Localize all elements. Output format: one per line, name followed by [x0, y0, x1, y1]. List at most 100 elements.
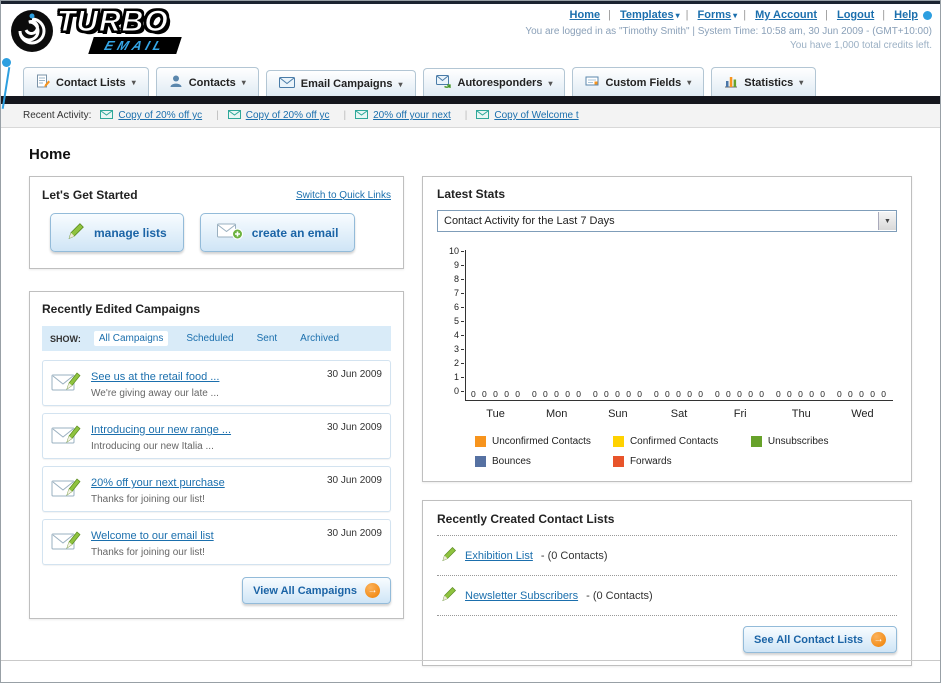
recent-activity-item[interactable]: 20% off your next	[355, 109, 467, 122]
chevron-down-icon: ▾	[398, 79, 403, 89]
main-navigation: Contact Lists ▾ Contacts ▾ Email Campaig…	[1, 66, 940, 96]
chevron-down-icon: ▾	[131, 78, 136, 87]
tab-custom-fields[interactable]: Custom Fields ▾	[572, 67, 705, 96]
recent-activity-item[interactable]: Copy of Welcome t	[476, 109, 579, 122]
header-nav-links: Home Templates▾ Forms▾ My Account Logout…	[525, 9, 932, 21]
filter-archived[interactable]: Archived	[295, 331, 344, 346]
arrow-right-icon: →	[365, 583, 380, 598]
header-link-my-account[interactable]: My Account	[755, 9, 817, 21]
tab-contacts[interactable]: Contacts ▾	[155, 67, 259, 96]
logo-title: TURBO	[57, 5, 170, 39]
recent-contact-lists-panel: Recently Created Contact Lists Exhibitio…	[422, 500, 912, 666]
show-label: SHOW:	[50, 333, 81, 344]
campaign-title-link[interactable]: See us at the retail food ...	[91, 371, 219, 383]
campaign-filter-bar: SHOW: All Campaigns Scheduled Sent Archi…	[42, 326, 391, 351]
legend-swatch	[475, 456, 486, 467]
legend-swatch	[612, 456, 624, 467]
campaign-title-link[interactable]: 20% off your next purchase	[91, 477, 225, 489]
login-info: You are logged in as "Timothy Smith" | S…	[525, 26, 932, 37]
tab-email-campaigns[interactable]: Email Campaigns ▾	[265, 70, 416, 96]
bar-group: 0 0 0 0 0	[649, 250, 710, 400]
envelope-icon	[476, 109, 490, 122]
manage-lists-button[interactable]: manage lists	[50, 213, 184, 252]
legend-swatch	[612, 436, 624, 447]
campaign-subtitle: We're giving away our late ...	[91, 388, 219, 399]
custom-fields-icon	[585, 74, 599, 91]
tab-contact-lists[interactable]: Contact Lists ▾	[23, 67, 149, 96]
campaign-date: 30 Jun 2009	[326, 422, 382, 433]
campaign-title-link[interactable]: Introducing our new range ...	[91, 424, 231, 436]
envelope-icon	[227, 109, 241, 122]
stats-period-select[interactable]: Contact Activity for the Last 7 Days ▼	[437, 210, 897, 232]
help-dot-icon	[923, 10, 932, 20]
contact-list-link[interactable]: Exhibition List	[465, 550, 533, 562]
bar-value-labels: 0 0 0 0 0	[653, 389, 706, 399]
latest-stats-panel: Latest Stats Contact Activity for the La…	[422, 176, 912, 482]
x-tick-label: Sun	[608, 408, 628, 420]
campaign-title-link[interactable]: Welcome to our email list	[91, 530, 214, 542]
bar-value-labels: 0 0 0 0 0	[592, 389, 645, 399]
y-tick-label: 3	[454, 344, 464, 354]
create-email-button[interactable]: create an email	[199, 213, 356, 252]
get-started-title: Let's Get Started	[42, 188, 138, 202]
bar-group: 0 0 0 0 0	[771, 250, 832, 400]
header-link-help[interactable]: Help	[894, 9, 918, 21]
bar-group: 0 0 0 0 0	[527, 250, 588, 400]
bar-value-labels: 0 0 0 0 0	[836, 389, 889, 399]
legend-item: Unsubscribes	[750, 436, 889, 447]
app-window: TURBO EMAIL Home Templates▾ Forms▾ My Ac…	[0, 0, 941, 683]
y-tick-label: 10	[449, 246, 464, 256]
contact-list-link[interactable]: Newsletter Subscribers	[465, 590, 578, 602]
filter-all-campaigns[interactable]: All Campaigns	[93, 331, 169, 346]
tab-autoresponders[interactable]: Autoresponders ▾	[422, 68, 566, 96]
y-tick-label: 6	[454, 302, 464, 312]
legend-item: Bounces	[475, 456, 613, 467]
legend-swatch	[750, 436, 762, 447]
x-tick-label: Mon	[546, 408, 568, 420]
recently-edited-campaigns-panel: Recently Edited Campaigns SHOW: All Camp…	[29, 291, 404, 619]
recent-activity-item[interactable]: Copy of 20% off yc	[227, 109, 346, 122]
y-tick-label: 9	[454, 260, 464, 270]
bar-group: 0 0 0 0 0	[832, 250, 893, 400]
pencil-icon	[67, 222, 85, 243]
legend-swatch	[475, 436, 486, 447]
email-edit-icon	[51, 526, 83, 558]
y-tick-label: 4	[454, 330, 464, 340]
chevron-down-icon: ▾	[548, 78, 553, 88]
campaign-date: 30 Jun 2009	[326, 369, 382, 380]
chart-y-axis: 10 9 8 7 6 5 4 3 2 1 0	[441, 246, 465, 396]
contact-list-row: Exhibition List - (0 Contacts)	[437, 536, 897, 576]
header-link-forms[interactable]: Forms	[698, 9, 732, 21]
envelope-plus-icon	[216, 222, 243, 243]
chevron-down-icon: ▾	[687, 78, 692, 87]
contact-list-count: - (0 Contacts)	[540, 549, 608, 562]
see-all-contact-lists-button[interactable]: See All Contact Lists →	[742, 626, 897, 653]
header-link-logout[interactable]: Logout	[837, 9, 874, 21]
chart-plot-area: 0 0 0 0 0 0 0 0 0 0 0 0 0 0 0 0 0 0 0 0 …	[465, 250, 893, 401]
tab-statistics[interactable]: Statistics ▾	[711, 67, 817, 96]
filter-scheduled[interactable]: Scheduled	[181, 331, 238, 346]
turbo-swirl-icon	[9, 8, 55, 59]
header-link-templates[interactable]: Templates	[620, 9, 674, 21]
x-tick-label: Thu	[791, 408, 811, 420]
chevron-down-icon: ▾	[241, 78, 246, 87]
switch-to-quick-links[interactable]: Switch to Quick Links	[296, 190, 391, 201]
filter-sent[interactable]: Sent	[252, 331, 283, 346]
bar-group: 0 0 0 0 0	[710, 250, 771, 400]
bar-group: 0 0 0 0 0	[466, 250, 527, 400]
decorative-dot	[2, 58, 11, 67]
campaign-subtitle: Thanks for joining our list!	[91, 494, 205, 505]
contact-lists-panel-title: Recently Created Contact Lists	[437, 512, 897, 536]
campaign-subtitle: Introducing our new Italia ...	[91, 441, 214, 452]
email-edit-icon	[51, 420, 83, 452]
y-tick-label: 1	[454, 372, 464, 382]
contacts-icon	[169, 74, 183, 91]
y-tick-label: 8	[454, 274, 464, 284]
get-started-panel: Let's Get Started Switch to Quick Links …	[29, 176, 404, 269]
header-link-home[interactable]: Home	[570, 9, 601, 21]
campaign-date: 30 Jun 2009	[326, 475, 382, 486]
campaigns-panel-title: Recently Edited Campaigns	[42, 302, 201, 316]
view-all-campaigns-button[interactable]: View All Campaigns →	[242, 577, 391, 604]
recent-activity-item[interactable]: Copy of 20% off yc	[100, 109, 218, 122]
pencil-icon	[441, 586, 457, 605]
